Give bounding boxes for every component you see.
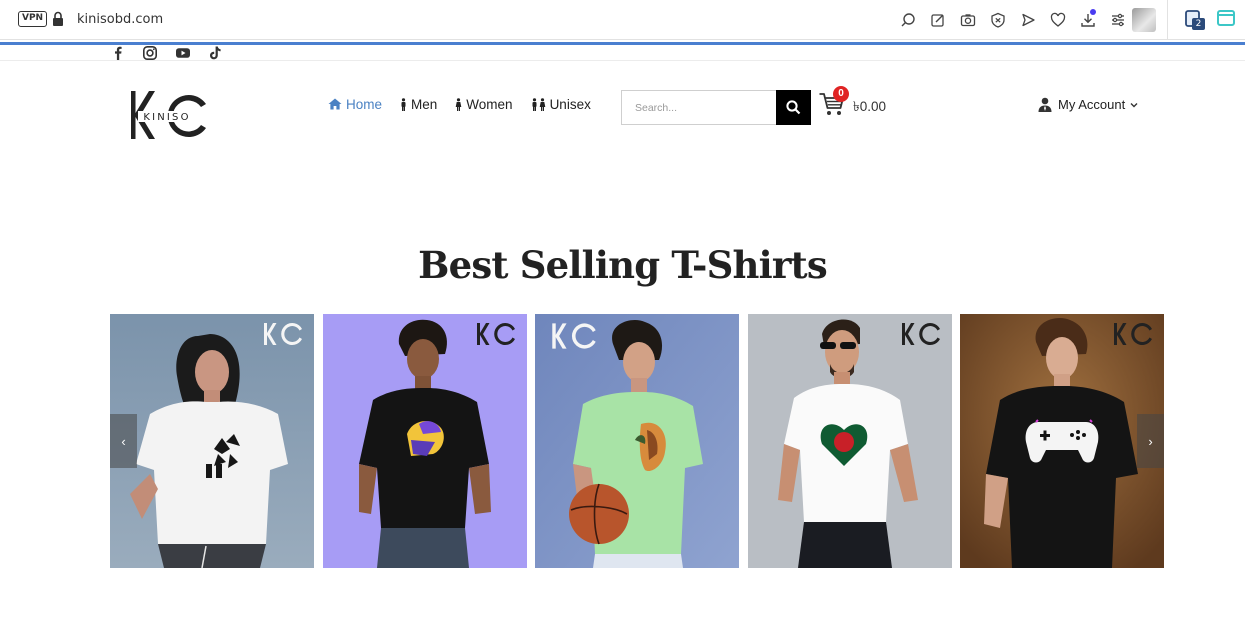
chevron-right-icon: › <box>1148 433 1153 449</box>
search-icon <box>786 100 801 115</box>
card-logo-mark <box>902 323 940 345</box>
address-bar-url[interactable]: kinisobd.com <box>77 12 163 27</box>
chevron-down-icon <box>1130 102 1138 107</box>
nav-home-label: Home <box>346 96 383 112</box>
couple-icon <box>532 97 545 111</box>
search-input[interactable] <box>622 91 776 124</box>
camera-icon[interactable] <box>953 9 983 31</box>
instagram-icon[interactable] <box>142 45 158 61</box>
card-logo-mark <box>477 323 515 345</box>
cart-count-badge: 0 <box>833 86 849 102</box>
download-indicator-dot <box>1090 9 1096 15</box>
youtube-icon[interactable] <box>175 45 191 61</box>
heart-icon[interactable] <box>1043 9 1073 31</box>
browser-toolbar: VPN kinisobd.com 2 <box>0 0 1245 40</box>
nav-unisex[interactable]: Unisex <box>531 97 591 112</box>
chevron-left-icon: ‹ <box>121 433 126 449</box>
nav-women[interactable]: Women <box>455 96 513 112</box>
browser-profile-avatar[interactable] <box>1132 8 1156 32</box>
section-title: Best Selling T-Shirts <box>418 243 828 287</box>
product-image <box>110 314 314 568</box>
nav-men[interactable]: Men <box>400 97 437 112</box>
logo-text: KINISO <box>143 112 190 123</box>
nav-unisex-label: Unisex <box>549 96 591 112</box>
product-card[interactable] <box>535 314 739 568</box>
cart-total[interactable]: ৳0.00 <box>853 96 886 119</box>
settings-sliders-icon[interactable] <box>1103 9 1133 31</box>
home-icon <box>328 98 342 110</box>
card-logo-mark <box>552 323 596 349</box>
lock-icon[interactable] <box>52 11 64 27</box>
kiniso-logo[interactable]: KINISO <box>128 89 210 143</box>
tab-count-badge: 2 <box>1192 18 1205 30</box>
search-page-icon[interactable] <box>893 9 923 31</box>
product-image <box>960 314 1164 568</box>
nav-women-label: Women <box>466 96 513 112</box>
edit-icon[interactable] <box>923 9 953 31</box>
product-image <box>323 314 527 568</box>
search-form <box>621 90 811 125</box>
card-logo-mark <box>1114 323 1152 345</box>
carousel-next-button[interactable]: › <box>1137 414 1164 468</box>
my-account-menu[interactable]: My Account <box>1038 97 1147 112</box>
user-icon <box>1038 97 1052 112</box>
card-logo-mark <box>264 323 302 345</box>
facebook-icon[interactable] <box>110 45 126 61</box>
vpn-badge[interactable]: VPN <box>18 11 48 27</box>
product-carousel: ‹ › <box>110 314 1164 568</box>
shield-icon[interactable] <box>983 9 1013 31</box>
man-icon <box>401 97 406 111</box>
product-image <box>748 314 952 568</box>
main-navigation: Home Men Women Unisex <box>328 95 609 113</box>
product-card[interactable]: ‹ <box>110 314 314 568</box>
woman-icon <box>455 97 462 111</box>
search-button[interactable] <box>776 90 811 125</box>
toolbar-divider <box>1167 0 1168 40</box>
download-icon[interactable] <box>1073 9 1103 31</box>
nav-men-label: Men <box>411 96 438 112</box>
send-icon[interactable] <box>1013 9 1043 31</box>
product-image <box>535 314 739 568</box>
browser-toolbar-icons <box>893 9 1133 31</box>
my-account-label: My Account <box>1058 97 1126 112</box>
nav-home[interactable]: Home <box>328 97 382 112</box>
sidebar-toggle-icon[interactable] <box>1217 10 1235 26</box>
social-bar <box>0 45 1245 61</box>
product-card[interactable] <box>748 314 952 568</box>
tiktok-icon[interactable] <box>207 45 223 61</box>
product-card[interactable] <box>323 314 527 568</box>
carousel-prev-button[interactable]: ‹ <box>110 414 137 468</box>
product-card[interactable]: › <box>960 314 1164 568</box>
